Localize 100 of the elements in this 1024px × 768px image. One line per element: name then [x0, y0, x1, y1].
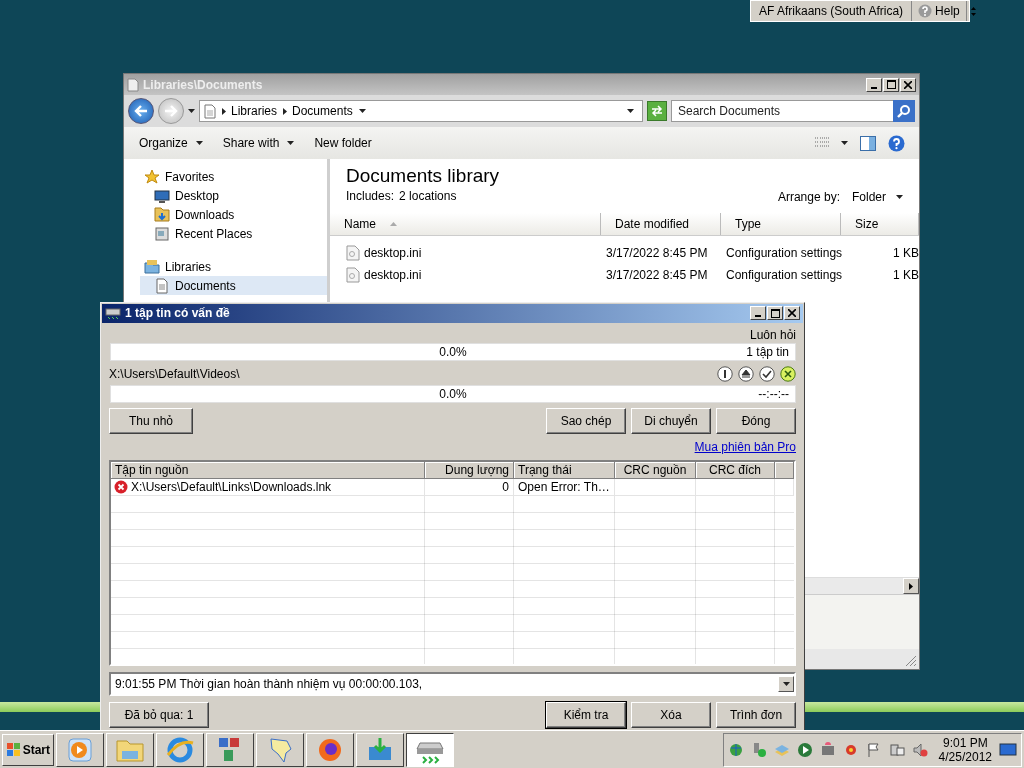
nav-item[interactable]: Downloads	[140, 205, 327, 224]
action-button[interactable]: Kiểm tra	[546, 702, 626, 728]
settings-file-icon	[346, 245, 360, 261]
refresh-icon	[650, 105, 664, 117]
breadcrumb[interactable]: Libraries	[222, 104, 278, 118]
network-icon[interactable]	[888, 741, 905, 758]
minimize-icon	[871, 86, 877, 89]
help-button[interactable]: Help	[912, 1, 967, 21]
flag-icon[interactable]	[865, 741, 882, 758]
down-arrow-icon	[970, 12, 976, 16]
back-button[interactable]	[128, 98, 154, 124]
clock-date: 4/25/2012	[938, 749, 992, 764]
nav-item[interactable]: Desktop	[140, 186, 327, 205]
nav-item[interactable]: Recent Places	[140, 224, 327, 243]
minimize-button[interactable]: Thu nhỏ	[109, 407, 193, 434]
column-header[interactable]: Type	[721, 213, 841, 235]
column-header[interactable]: Size	[841, 213, 919, 235]
eject-icon[interactable]	[738, 366, 754, 383]
address-bar[interactable]: Libraries Documents	[199, 100, 643, 122]
toolbar-button[interactable]: Share with	[217, 133, 300, 153]
library-icon	[144, 258, 160, 275]
start-button[interactable]: Start	[2, 733, 54, 766]
breadcrumb-caret-icon	[358, 109, 366, 113]
maximize-button[interactable]	[883, 77, 899, 92]
document-icon	[204, 103, 216, 119]
maximize-button[interactable]	[767, 306, 783, 321]
forward-button[interactable]	[158, 98, 184, 124]
upgrade-link[interactable]: Mua phiên bản Pro	[694, 439, 796, 454]
type-cell-text: Configuration settings	[725, 268, 841, 282]
muted-speaker-icon[interactable]	[911, 741, 928, 758]
action-button[interactable]: Đóng	[716, 407, 796, 434]
cancel-icon[interactable]	[780, 366, 796, 383]
search-button[interactable]	[893, 100, 915, 122]
resize-grip-icon[interactable]	[905, 655, 917, 667]
column-header[interactable]: Tập tin nguồn	[111, 461, 425, 479]
show-desktop-icon[interactable]	[999, 742, 1017, 757]
close-button[interactable]	[784, 306, 800, 321]
error-icon	[114, 479, 128, 494]
card-icon[interactable]	[819, 741, 836, 758]
action-button[interactable]: Sao chép	[546, 407, 626, 434]
skipped-button[interactable]: Đã bỏ qua: 1	[109, 702, 209, 728]
minimize-button[interactable]	[866, 77, 882, 92]
column-header[interactable]: Name	[330, 213, 601, 235]
caret-icon	[896, 195, 903, 199]
action-button[interactable]: Di chuyển	[631, 407, 711, 434]
size-cell-text: 1 KB	[892, 246, 919, 260]
action-button[interactable]: Trình đơn	[716, 702, 796, 728]
date-cell-text: 3/17/2022 8:45 PM	[605, 246, 709, 260]
chevron-icon	[283, 107, 288, 115]
table-cell: Open Error: Th…	[514, 478, 615, 496]
help-icon	[888, 134, 905, 152]
ask-mode-label[interactable]: Luôn hỏi	[749, 327, 796, 344]
refresh-button[interactable]	[647, 101, 667, 121]
settings-file-icon	[346, 267, 360, 283]
minimize-button[interactable]	[750, 306, 766, 321]
column-header[interactable]: CRC đích	[696, 461, 775, 479]
play-icon[interactable]	[796, 741, 813, 758]
nav-item[interactable]: Documents	[140, 276, 327, 295]
breadcrumb[interactable]: Documents	[283, 104, 353, 118]
globe-icon[interactable]	[727, 741, 744, 758]
toolbar-button[interactable]: Organize	[134, 133, 208, 153]
dropdown-button[interactable]	[778, 676, 794, 693]
log-dropdown[interactable]: 9:01:55 PM Thời gian hoàn thành nhiệm vụ 00:00:00.103,	[109, 672, 796, 696]
window-title: Libraries\Documents	[143, 77, 264, 92]
locations-link[interactable]: 2 locations	[399, 189, 457, 203]
forward-arrow-icon	[164, 105, 178, 117]
toolbar-button[interactable]: New folder	[309, 133, 377, 153]
minimize-icon	[755, 315, 761, 318]
action-button[interactable]: Xóa	[631, 702, 711, 728]
dropdown-caret-icon	[627, 109, 634, 113]
nav-item[interactable]: Favorites	[140, 167, 327, 186]
search-field[interactable]: Search Documents	[671, 100, 893, 122]
close-icon	[788, 309, 796, 318]
nav-item[interactable]: Libraries	[140, 257, 327, 276]
scroll-right-button[interactable]	[903, 578, 919, 594]
file-name[interactable]: desktop.ini	[364, 246, 422, 260]
maximize-icon	[770, 308, 780, 318]
column-header[interactable]: CRC nguồn	[615, 461, 696, 479]
maximize-icon	[886, 80, 896, 89]
size-cell-text: 1 KB	[892, 268, 919, 282]
column-header[interactable]: Trạng thái	[514, 461, 615, 479]
window-icon	[127, 77, 139, 92]
clock-time: 9:01 PM	[942, 735, 988, 750]
windows-logo-icon	[6, 742, 21, 757]
language-label[interactable]: AF Afrikaans (South Africa)	[751, 1, 913, 21]
close-button[interactable]	[900, 77, 916, 92]
current-path: X:\Users\Default\Videos\	[109, 367, 241, 382]
column-header[interactable]: Date modified	[601, 213, 721, 235]
pause-icon[interactable]	[717, 366, 733, 383]
library-title: Documents library	[346, 165, 500, 187]
sort-icon	[390, 222, 397, 226]
arrange-label: Arrange by:	[777, 190, 840, 204]
folder-icon	[154, 206, 170, 223]
arrange-dropdown[interactable]: Folder	[852, 190, 903, 204]
check-icon[interactable]	[759, 366, 775, 383]
taskbar-button[interactable]	[406, 732, 454, 767]
file-name[interactable]: desktop.ini	[364, 268, 422, 282]
column-header[interactable]: Dung lượng	[425, 461, 514, 479]
list-view-icon	[815, 137, 829, 149]
includes-label: Includes:	[346, 189, 395, 203]
